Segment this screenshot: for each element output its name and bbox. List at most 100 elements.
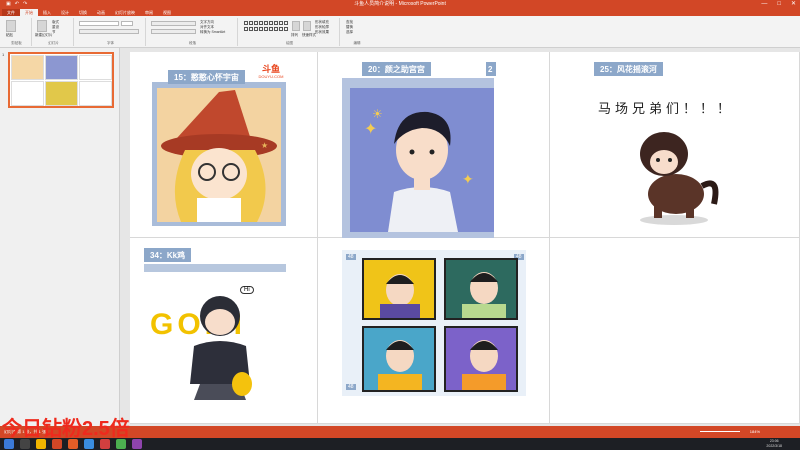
taskbar-clock[interactable]: 23:06 2022/3/18 <box>766 439 782 449</box>
new-slide-icon[interactable] <box>37 20 47 32</box>
tab-review[interactable]: 审阅 <box>140 9 158 16</box>
paste-icon[interactable] <box>6 20 16 32</box>
font-format-row[interactable] <box>79 29 139 34</box>
group-label-editing: 编辑 <box>353 41 361 45</box>
arrange-icon[interactable] <box>292 21 300 31</box>
font-size-dropdown[interactable] <box>121 21 133 26</box>
smartart-button[interactable]: 转换为 SmartArt <box>200 30 225 35</box>
new-slide-button[interactable]: 新建幻灯片 <box>35 33 53 38</box>
quick-styles-button[interactable]: 快速样式 <box>302 33 316 38</box>
ribbon-tabs: 文件 开始 插入 设计 切换 动画 幻灯片放映 审阅 视图 <box>0 8 800 16</box>
taskbar: 23:06 2022/3/18 <box>0 438 800 450</box>
font-group: 字体 <box>76 18 146 46</box>
speech-bubble: Hi <box>240 286 254 294</box>
slide-thumbnail[interactable] <box>8 52 114 108</box>
paste-button[interactable]: 粘贴 <box>6 33 13 38</box>
streamer-label-15: 15：憨憨心怀宇宙 <box>168 70 245 84</box>
group-label-font: 字体 <box>107 41 114 45</box>
browser-icon[interactable] <box>84 439 94 449</box>
streamer-label-25: 25：风花摇滚河 <box>594 62 663 76</box>
editing-group: 查找 替换 选择 编辑 <box>342 18 372 46</box>
font-name-dropdown[interactable] <box>79 21 119 26</box>
tab-design[interactable]: 设计 <box>56 9 74 16</box>
svg-text:✦: ✦ <box>462 172 474 188</box>
close-button[interactable]: ✕ <box>791 0 796 8</box>
tab-home[interactable]: 开始 <box>20 9 38 16</box>
windows-start-icon[interactable] <box>4 439 14 449</box>
file-explorer-icon[interactable] <box>36 439 46 449</box>
portrait-top-left-illustration <box>380 274 420 318</box>
window-title: 斗鱼人员简介说明 - Microsoft PowerPoint <box>354 1 446 7</box>
slide-cell-5[interactable]: 48 48 48 <box>318 238 550 424</box>
horse-mascot[interactable] <box>624 116 724 226</box>
frame-mark-top: 48 <box>346 254 356 260</box>
portrait-bottom-right[interactable] <box>444 326 518 392</box>
tab-file[interactable]: 文件 <box>2 9 20 16</box>
portrait-top-right-illustration <box>462 272 506 318</box>
ribbon: 粘贴 剪贴板 新建幻灯片 版式 重设 节 幻灯片 字体 文字方向 对齐文本 转换… <box>0 16 800 48</box>
slide-cell-1[interactable]: ★ 15：憨憨心怀宇宙 斗鱼 DOUYU.COM <box>130 52 318 238</box>
douyu-logo-domain: DOUYU.COM <box>258 74 284 79</box>
align-buttons-row[interactable] <box>151 29 196 34</box>
zoom-level[interactable]: 184% <box>750 429 760 434</box>
tab-slideshow[interactable]: 幻灯片放映 <box>110 9 140 16</box>
slide-cell-6[interactable] <box>550 238 800 424</box>
thumb-cell-1 <box>11 55 44 80</box>
shape-effects-button[interactable]: 形状效果 <box>315 30 329 35</box>
clock-date: 2022/3/18 <box>766 444 782 448</box>
scholar-avatar[interactable]: ✦ ✦ ☀ <box>350 88 494 232</box>
section-button[interactable]: 节 <box>52 30 56 35</box>
app-icon-purple[interactable] <box>132 439 142 449</box>
thumb-cell-3 <box>79 55 112 80</box>
gomi-character[interactable] <box>180 288 260 404</box>
select-button[interactable]: 选择 <box>346 30 353 35</box>
svg-text:✦: ✦ <box>364 119 377 138</box>
portrait-bottom-right-illustration <box>462 340 506 390</box>
paragraph-group: 文字方向 对齐文本 转换为 SmartArt 段落 <box>148 18 238 46</box>
group-label-slides: 幻灯片 <box>48 41 59 45</box>
group-label-clipboard: 剪贴板 <box>11 41 22 45</box>
thumbnail-number: 1 <box>2 52 5 57</box>
streamer-label-34: 34：Kk鸡 <box>144 248 192 262</box>
tab-transitions[interactable]: 切换 <box>74 9 92 16</box>
slide-cell-4[interactable]: 34：Kk鸡 GOMI Hi <box>130 238 318 424</box>
minimize-button[interactable]: — <box>761 0 767 8</box>
tab-insert[interactable]: 插入 <box>38 9 56 16</box>
window-controls: — □ ✕ <box>761 0 796 8</box>
streamer-label-20: 20：颜之助宫宫 <box>362 62 431 76</box>
scholar-illustration: ✦ ✦ ☀ <box>364 107 474 232</box>
svg-text:★: ★ <box>261 141 268 150</box>
slide-canvas[interactable]: ★ 15：憨憨心怀宇宙 斗鱼 DOUYU.COM ✦ ✦ ☀ 20：颜之助宫宫 <box>130 52 800 424</box>
list-buttons-row[interactable] <box>151 21 196 26</box>
app-icon-red[interactable] <box>100 439 110 449</box>
streamer-label-partial: 2 <box>486 62 496 76</box>
label-underline <box>144 264 286 272</box>
stream-overlay-caption: 今日钻粉2.5倍 <box>2 418 130 440</box>
witch-girl-avatar[interactable]: ★ <box>157 88 281 222</box>
search-icon[interactable] <box>20 439 30 449</box>
slide-thumbnails-pane: 1 <box>0 48 120 426</box>
quick-styles-icon[interactable] <box>303 21 311 31</box>
witch-girl-illustration: ★ <box>161 90 277 222</box>
tab-view[interactable]: 视图 <box>158 9 176 16</box>
shapes-gallery-row2[interactable] <box>244 27 288 31</box>
tab-animations[interactable]: 动画 <box>92 9 110 16</box>
thumb-cell-6 <box>79 81 112 106</box>
slide-cell-3[interactable]: 25：风花摇滚河 马场兄弟们！！！ <box>550 52 800 238</box>
slide-cell-2[interactable]: ✦ ✦ ☀ 20：颜之助宫宫 2 <box>318 52 550 238</box>
powerpoint-icon[interactable] <box>52 439 62 449</box>
maximize-button[interactable]: □ <box>777 0 781 8</box>
portrait-top-right[interactable] <box>444 258 518 320</box>
arrange-button[interactable]: 排列 <box>291 33 298 38</box>
zoom-slider[interactable] <box>700 431 740 432</box>
portrait-bottom-left-illustration <box>378 340 422 390</box>
portrait-top-left[interactable] <box>362 258 436 320</box>
title-bar: ▣ ↶ ↷ 斗鱼人员简介说明 - Microsoft PowerPoint — … <box>0 0 800 8</box>
group-label-paragraph: 段落 <box>189 41 196 45</box>
shapes-gallery[interactable] <box>244 21 288 25</box>
portrait-bottom-left[interactable] <box>362 326 436 392</box>
thumb-cell-2 <box>45 55 78 80</box>
thumb-cell-4 <box>11 81 44 106</box>
douyu-app-icon[interactable] <box>68 439 78 449</box>
app-icon-green[interactable] <box>116 439 126 449</box>
